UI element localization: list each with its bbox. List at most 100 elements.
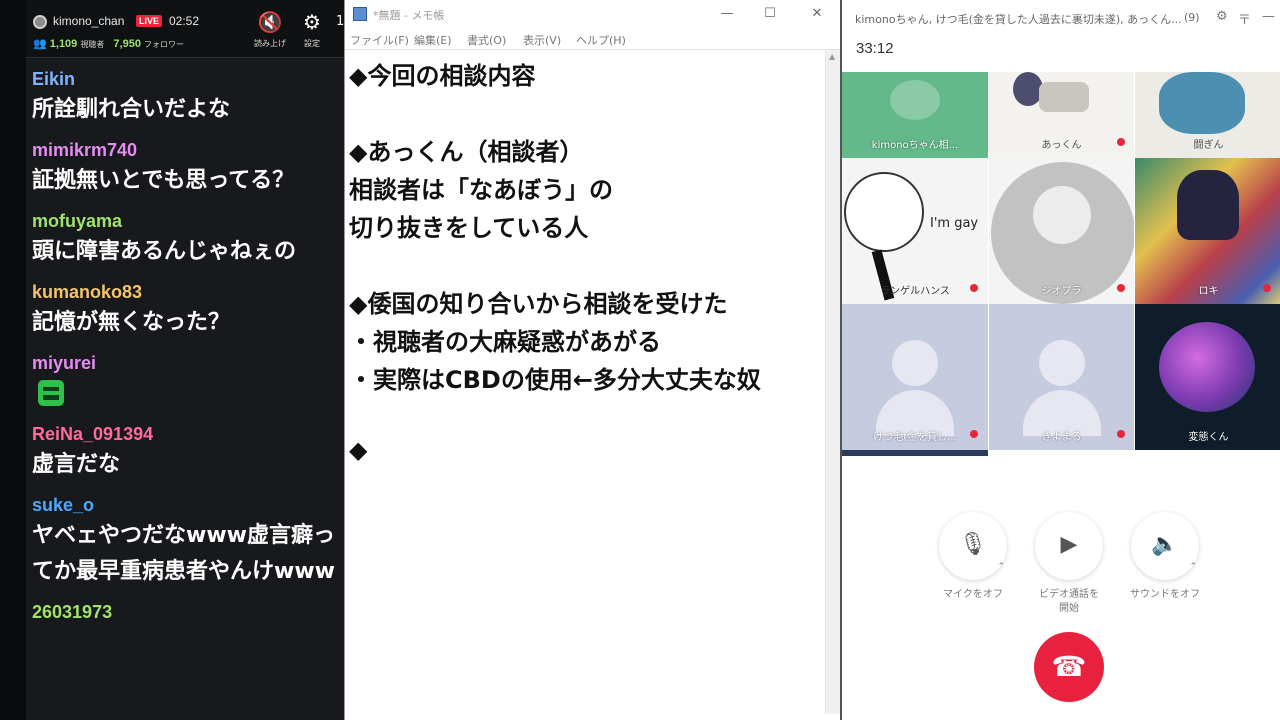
participant-count: (9)	[1184, 11, 1200, 24]
chat-username[interactable]: suke_o	[32, 492, 344, 518]
stream-chat-panel: kimono_chan LIVE 02:52 👥 1,109 視聴者 7,950…	[0, 0, 344, 720]
maximize-button[interactable]: ☐	[750, 3, 790, 25]
microphone-icon: 🎙	[959, 532, 987, 557]
follower-label: フォロワー	[144, 40, 185, 49]
chat-username[interactable]: Eikin	[32, 66, 344, 92]
video-start-circle[interactable]: ▶	[1035, 512, 1103, 580]
avatar-image	[1039, 82, 1089, 112]
minimize-button[interactable]: —	[707, 3, 747, 25]
participant-tile[interactable]: けつ毛(金を貸し...	[842, 304, 988, 450]
viewers-icon: 👥	[33, 38, 47, 50]
avatar-placeholder	[890, 80, 940, 120]
menu-file[interactable]: ファイル(F)	[350, 32, 409, 48]
chat-text: 虚言だな	[32, 452, 121, 477]
video-start-button[interactable]: ▶ ビデオ通話を開始	[1034, 512, 1104, 616]
mic-muted-icon	[1263, 284, 1271, 292]
menu-view[interactable]: 表示(V)	[523, 32, 561, 48]
speaking-indicator-bar	[842, 450, 988, 456]
participant-tile[interactable]: 闘ぎん	[1135, 72, 1280, 158]
notepad-text-area[interactable]: ◆今回の相談内容 ◆あっくん（相談者） 相談者は「なあぼう」の 切り抜きをしてい…	[349, 52, 825, 712]
sound-toggle-label: サウンドをオフ	[1130, 589, 1200, 600]
default-avatar-icon	[1033, 186, 1091, 244]
mic-toggle-circle[interactable]: 🎙 ⌃	[939, 512, 1007, 580]
phone-hangup-icon: ☎	[1051, 650, 1087, 683]
menu-help[interactable]: ヘルプ(H)	[576, 32, 626, 48]
participant-name: 変態くん	[1188, 432, 1229, 443]
participant-tile[interactable]: kimonoちゃん相...	[842, 72, 988, 158]
mic-muted-icon	[1117, 430, 1125, 438]
participant-name: きよまる	[1041, 432, 1082, 443]
chat-text: 所詮馴れ合いだよな	[32, 97, 231, 122]
notepad-menubar: ファイル(F) 編集(E) 書式(O) 表示(V) ヘルプ(H)	[345, 28, 841, 50]
gear-icon: ⚙	[303, 10, 321, 34]
close-button[interactable]: ✕	[797, 3, 837, 25]
chat-username[interactable]: 26031973	[32, 599, 344, 625]
channel-avatar[interactable]	[33, 15, 47, 29]
note-line: ◆倭国の知り合いから相談を受けた	[349, 290, 728, 318]
speaker-mute-icon: 🔇	[257, 10, 283, 34]
notepad-app-icon	[353, 7, 367, 21]
participant-tile[interactable]: きよまる	[989, 304, 1134, 450]
default-avatar-icon	[892, 340, 938, 386]
sound-toggle-circle[interactable]: 🔈 ⌃	[1131, 512, 1199, 580]
chevron-up-icon[interactable]: ⌃	[997, 562, 1005, 572]
mic-muted-icon	[970, 430, 978, 438]
speaker-icon: 🔈	[1151, 532, 1179, 557]
avatar-image	[1177, 170, 1239, 240]
menu-format[interactable]: 書式(O)	[467, 32, 506, 48]
chat-message: Eikin 所詮馴れ合いだよな	[32, 66, 344, 128]
hang-up-button[interactable]: ☎	[1034, 632, 1104, 702]
viewer-count: 1,109	[49, 38, 78, 50]
call-title: kimonoちゃん, けつ毛(金を貸した人過去に裏切未遂), あっくん...	[855, 13, 1182, 26]
chat-message: 26031973	[32, 599, 344, 625]
note-line: ◆今回の相談内容	[349, 62, 536, 90]
avatar-image	[1159, 72, 1245, 134]
settings-button[interactable]: ⚙ 設定	[290, 10, 334, 54]
participant-tile[interactable]: ロキ	[1135, 158, 1280, 304]
mic-muted-icon	[970, 284, 978, 292]
chat-message-list: Eikin 所詮馴れ合いだよな mimikrm740 証拠無いとでも思ってる？ …	[32, 66, 344, 634]
menu-edit[interactable]: 編集(E)	[414, 32, 452, 48]
live-badge: LIVE	[136, 15, 163, 27]
read-aloud-button[interactable]: 🔇 読み上げ	[248, 10, 292, 54]
participant-name: ランゲルハンス	[880, 286, 950, 297]
notepad-scrollbar[interactable]	[825, 50, 841, 714]
minimize-icon[interactable]: —	[1262, 9, 1275, 24]
note-line: ◆あっくん（相談者）	[349, 138, 584, 166]
participant-name: ジオブラ	[1041, 286, 1082, 297]
avatar-caption: I'm gay	[930, 216, 979, 231]
chat-message: miyurei	[32, 350, 344, 412]
chat-username[interactable]: kumanoko83	[32, 279, 344, 305]
note-line: 相談者は「なあぼう」の	[349, 176, 613, 204]
participant-tile[interactable]: I'm gay ランゲルハンス	[842, 158, 988, 304]
settings-gear-icon[interactable]: ⚙	[1216, 9, 1228, 24]
participant-tile[interactable]: あっくん	[989, 72, 1134, 158]
participant-tile[interactable]: 変態くん	[1135, 304, 1280, 450]
chat-text: 証拠無いとでも思ってる？	[32, 168, 295, 193]
participant-name: 闘ぎん	[1193, 140, 1224, 151]
chat-text: 記憶が無くなった？	[32, 310, 231, 335]
chevron-up-icon[interactable]: ⌃	[1189, 562, 1197, 572]
chat-username[interactable]: miyurei	[32, 350, 344, 376]
viewer-label: 視聴者	[80, 40, 105, 49]
mic-toggle-button[interactable]: 🎙 ⌃ マイクをオフ	[938, 512, 1008, 602]
mic-toggle-label: マイクをオフ	[943, 589, 1003, 600]
chat-username[interactable]: mimikrm740	[32, 137, 344, 163]
chat-message: ReiNa_091394 虚言だな	[32, 421, 344, 483]
chat-username[interactable]: ReiNa_091394	[32, 421, 344, 447]
note-line: ・視聴者の大麻疑惑があがる	[349, 328, 661, 356]
sound-toggle-button[interactable]: 🔈 ⌃ サウンドをオフ	[1130, 512, 1200, 602]
video-camera-icon: ▶	[1060, 532, 1078, 557]
settings-label: 設定	[304, 39, 320, 48]
chat-message: suke_o ヤベェやつだなwww虚言癖ってか最早重病患者やんけwww	[32, 492, 344, 590]
chat-message: mofuyama 頭に障害あるんじゃねぇの	[32, 208, 344, 270]
participant-name: けつ毛(金を貸し...	[873, 432, 957, 443]
chat-username[interactable]: mofuyama	[32, 208, 344, 234]
participant-tile[interactable]: ジオブラ	[989, 158, 1134, 304]
notepad-titlebar[interactable]: *無題 - メモ帳 — ☐ ✕	[345, 0, 841, 28]
group-call-window: kimonoちゃん, けつ毛(金を貸した人過去に裏切未遂), あっくん... (…	[840, 0, 1280, 720]
channel-name[interactable]: kimono_chan	[53, 14, 124, 28]
avatar-image	[844, 172, 924, 252]
video-start-label: ビデオ通話を開始	[1039, 589, 1099, 614]
pin-icon[interactable]: 〒	[1238, 9, 1251, 28]
